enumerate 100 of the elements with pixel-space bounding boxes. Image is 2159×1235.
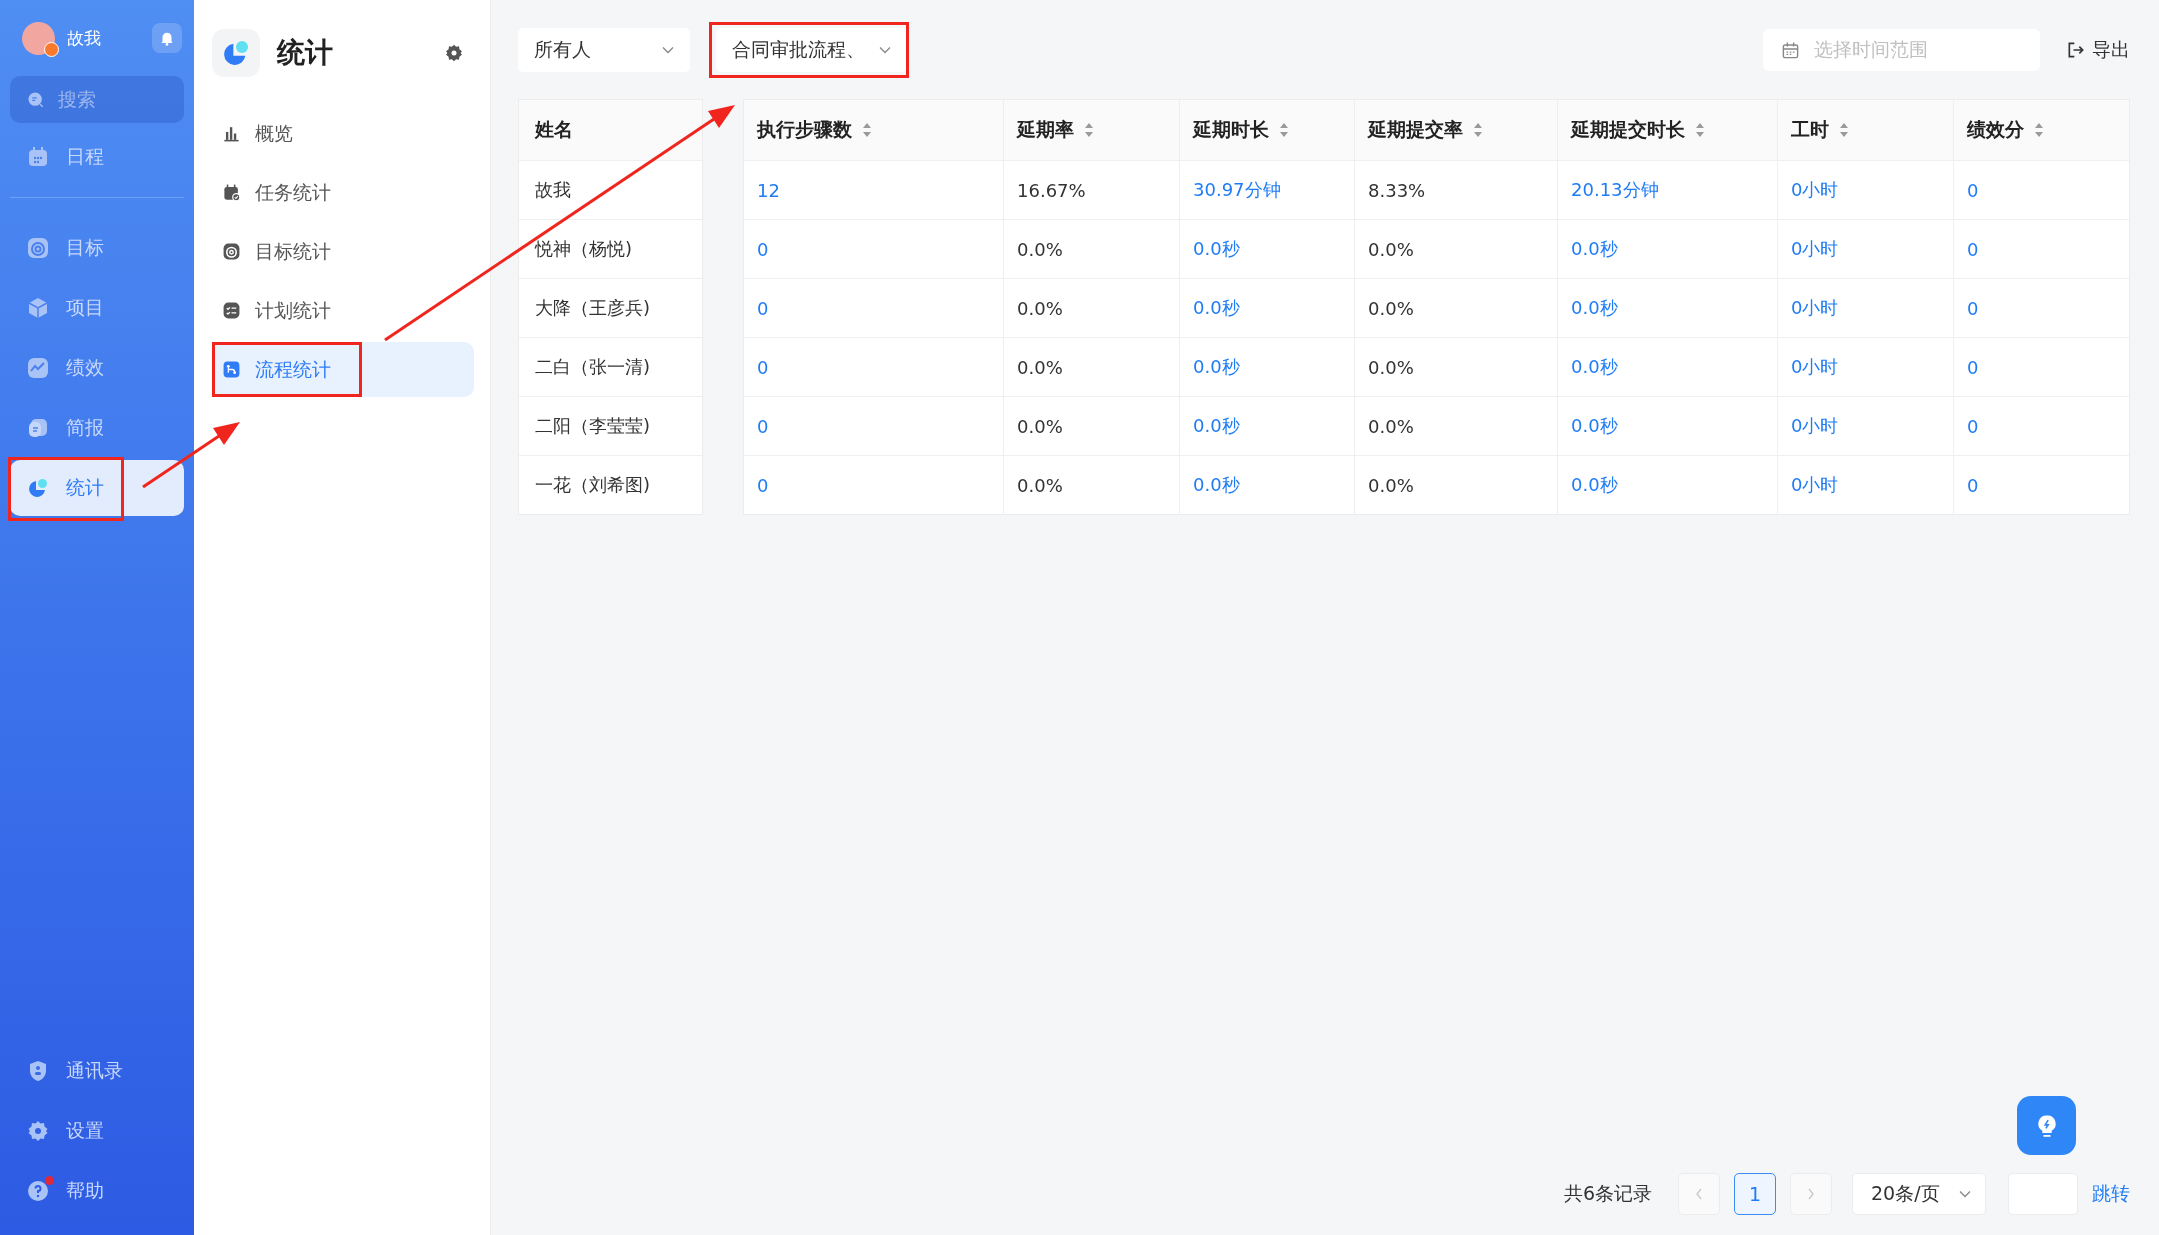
sidebar-item[interactable]: 设置 (10, 1103, 184, 1159)
table-link[interactable]: 0小时 (1791, 178, 1839, 202)
menu-item[interactable]: 目标统计 (212, 224, 474, 279)
settings-icon (26, 1119, 50, 1143)
table-link[interactable]: 0.0秒 (1193, 237, 1240, 261)
sidebar-item[interactable]: 绩效 (10, 340, 184, 396)
table-link[interactable]: 30.97分钟 (1193, 178, 1281, 202)
table-link[interactable]: 0 (1967, 238, 1979, 260)
checklist-icon (222, 301, 241, 320)
lightbulb-button[interactable] (2017, 1096, 2076, 1155)
table-cell: 0.0% (1017, 474, 1063, 496)
avatar[interactable] (22, 21, 55, 55)
sort-icon[interactable] (1279, 122, 1289, 138)
table-link[interactable]: 0 (757, 238, 769, 260)
table-link[interactable]: 0小时 (1791, 473, 1839, 497)
sort-icon[interactable] (1473, 122, 1483, 138)
table-cell: 8.33% (1368, 179, 1426, 201)
calendar-icon (26, 145, 50, 169)
dropdown[interactable]: 所有人 (518, 28, 690, 72)
menu-item[interactable]: 概览 (212, 106, 474, 161)
user-name[interactable]: 故我 (67, 26, 152, 50)
sidebar-item[interactable]: 帮助 (10, 1163, 184, 1219)
document-icon (26, 416, 50, 440)
column-header[interactable]: 延期提交率 (1368, 117, 1463, 143)
column-header[interactable]: 执行步骤数 (757, 117, 852, 143)
table-cell: 0.0% (1368, 238, 1414, 260)
menu-item[interactable]: 任务统计 (212, 165, 474, 220)
table-link[interactable]: 0 (1967, 297, 1979, 319)
table-link[interactable]: 0.0秒 (1571, 414, 1618, 438)
sort-icon[interactable] (1695, 122, 1705, 138)
panel-title: 统计 (277, 35, 334, 71)
export-icon (2066, 40, 2086, 60)
page-button[interactable]: 1 (1734, 1173, 1776, 1215)
sort-icon[interactable] (1084, 122, 1094, 138)
table-link[interactable]: 0 (757, 474, 769, 496)
table-cell: 0.0% (1017, 238, 1063, 260)
settings-icon[interactable] (444, 43, 464, 63)
table-link[interactable]: 0 (1967, 356, 1979, 378)
chevron-down-icon (662, 46, 674, 54)
sidebar-item-label: 帮助 (66, 1178, 104, 1203)
table-link[interactable]: 0小时 (1791, 355, 1839, 379)
chevron-down-icon (879, 46, 891, 54)
target-icon (26, 236, 50, 260)
record-count: 共6条记录 (1563, 1181, 1652, 1206)
table-link[interactable]: 0.0秒 (1571, 296, 1618, 320)
table-link[interactable]: 0小时 (1791, 414, 1839, 438)
target-icon (222, 242, 241, 261)
table-cell: 0.0% (1017, 415, 1063, 437)
table-link[interactable]: 0 (1967, 179, 1979, 201)
sidebar-item[interactable]: 目标 (10, 220, 184, 276)
table-link[interactable]: 0 (757, 297, 769, 319)
calendar-icon (1781, 40, 1800, 60)
chevron-right-icon (1807, 1188, 1815, 1200)
table-cell: 0.0% (1368, 356, 1414, 378)
table-link[interactable]: 0.0秒 (1571, 355, 1618, 379)
sidebar-item[interactable]: 项目 (10, 280, 184, 336)
table-link[interactable]: 0 (757, 356, 769, 378)
table-link[interactable]: 0.0秒 (1571, 237, 1618, 261)
page-size-dropdown[interactable]: 20条/页 (1852, 1173, 1986, 1215)
sidebar-item[interactable]: 简报 (10, 400, 184, 456)
column-header: 姓名 (535, 117, 573, 142)
table-link[interactable]: 0.0秒 (1571, 473, 1618, 497)
notification-button[interactable] (152, 23, 182, 53)
help-icon (26, 1179, 50, 1203)
sort-icon[interactable] (1839, 122, 1849, 138)
sort-icon[interactable] (862, 122, 872, 138)
table-link[interactable]: 0 (1967, 415, 1979, 437)
column-header[interactable]: 工时 (1791, 117, 1829, 143)
dropdown[interactable]: 合同审批流程、 (716, 28, 907, 72)
search-field[interactable]: 搜索 (10, 76, 184, 123)
export-button[interactable]: 导出 (2066, 37, 2130, 63)
table-link[interactable]: 20.13分钟 (1571, 178, 1659, 202)
column-header[interactable]: 延期时长 (1193, 117, 1269, 143)
table-link[interactable]: 0.0秒 (1193, 473, 1240, 497)
column-header[interactable]: 绩效分 (1967, 117, 2024, 143)
table-link[interactable]: 0小时 (1791, 296, 1839, 320)
table-link[interactable]: 0小时 (1791, 237, 1839, 261)
table-link[interactable]: 12 (757, 179, 780, 201)
table-cell: 0.0% (1368, 474, 1414, 496)
sort-icon[interactable] (2034, 122, 2044, 138)
table-cell: 悦神（杨悦) (535, 237, 633, 261)
bar-chart-icon (222, 124, 241, 143)
table-link[interactable]: 0.0秒 (1193, 414, 1240, 438)
sidebar-item-label: 日程 (66, 144, 104, 169)
pie-chart-icon (26, 476, 50, 500)
column-header[interactable]: 延期提交时长 (1571, 117, 1685, 143)
menu-item[interactable]: 流程统计 (212, 342, 474, 397)
table-link[interactable]: 0 (1967, 474, 1979, 496)
table-link[interactable]: 0 (757, 415, 769, 437)
table-cell: 二阳（李莹莹) (535, 414, 651, 438)
sidebar-item[interactable]: 通讯录 (10, 1043, 184, 1099)
table-link[interactable]: 0.0秒 (1193, 355, 1240, 379)
table-link[interactable]: 0.0秒 (1193, 296, 1240, 320)
menu-item-label: 流程统计 (255, 356, 331, 382)
sidebar-item[interactable]: 日程 (10, 129, 184, 185)
column-header[interactable]: 延期率 (1017, 117, 1074, 143)
menu-item[interactable]: 计划统计 (212, 283, 474, 338)
table-cell: 0.0% (1368, 297, 1414, 319)
menu-item-label: 概览 (255, 120, 293, 146)
jump-link[interactable]: 跳转 (2092, 1181, 2130, 1207)
